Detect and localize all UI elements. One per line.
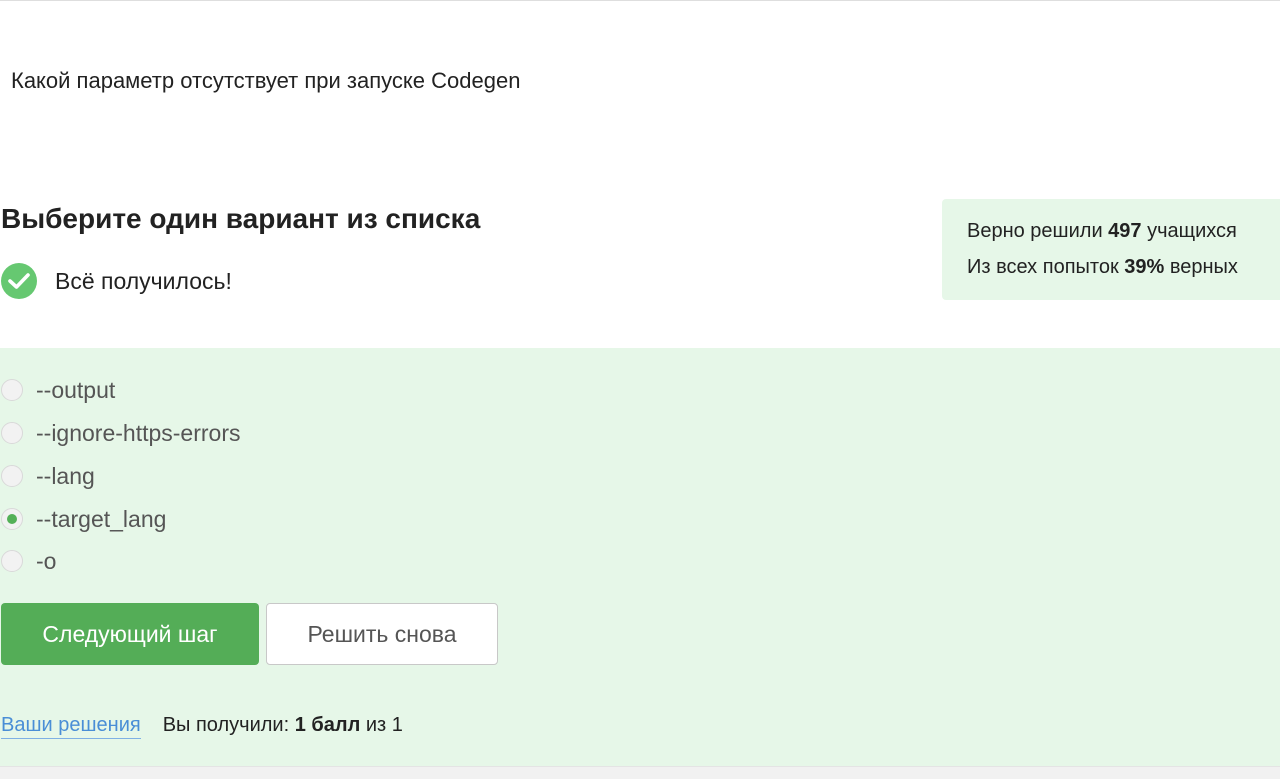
score-text: Вы получили: 1 балл из 1 (163, 714, 403, 737)
stats-solved-suffix: учащихся (1141, 220, 1237, 242)
stats-rate-line: Из всех попыток 39% верных (967, 253, 1280, 289)
score-value: 1 балл (294, 714, 361, 736)
status-text: Всё получилось! (55, 267, 232, 294)
task-heading: Выберите один вариант из списка (1, 203, 481, 234)
stats-panel: Верно решили 497 учащихся Из всех попыто… (942, 199, 1280, 300)
answer-area: --output --ignore-https-errors --lang --… (0, 348, 1280, 766)
question-text: Какой параметр отсутствует при запуске C… (11, 68, 521, 93)
option-output[interactable]: --output (1, 377, 115, 403)
option-label: -o (36, 547, 57, 574)
check-circle-icon (1, 263, 37, 299)
result-footer: Ваши решения Вы получили: 1 балл из 1 (1, 714, 403, 739)
option-radio[interactable] (1, 422, 23, 444)
top-divider (0, 0, 1280, 1)
option-radio-selected[interactable] (1, 508, 23, 530)
option-radio[interactable] (1, 379, 23, 401)
stats-rate-suffix: верных (1164, 256, 1238, 278)
status-message: Всё получилось! (1, 263, 232, 299)
bottom-divider (0, 766, 1280, 779)
option-label: --output (36, 376, 116, 403)
retry-button[interactable]: Решить снова (266, 603, 498, 665)
option-ignore-https-errors[interactable]: --ignore-https-errors (1, 420, 241, 446)
stats-solved-prefix: Верно решили (967, 220, 1109, 242)
stats-solved-line: Верно решили 497 учащихся (967, 217, 1280, 253)
your-solutions-link[interactable]: Ваши решения (1, 714, 141, 739)
next-step-button[interactable]: Следующий шаг (1, 603, 259, 665)
option-lang[interactable]: --lang (1, 463, 95, 489)
score-prefix: Вы получили: (162, 714, 295, 736)
option-label: --lang (36, 462, 95, 489)
option-label: --target_lang (36, 505, 167, 532)
option-o[interactable]: -o (1, 548, 56, 574)
success-rate: 39% (1124, 256, 1165, 278)
stats-rate-prefix: Из всех попыток (967, 256, 1125, 278)
option-label: --ignore-https-errors (36, 419, 241, 446)
option-radio[interactable] (1, 550, 23, 572)
solved-count: 497 (1108, 220, 1142, 242)
score-suffix: из 1 (360, 714, 403, 736)
option-target-lang[interactable]: --target_lang (1, 506, 166, 532)
radio-selected-dot (7, 514, 17, 524)
option-radio[interactable] (1, 465, 23, 487)
